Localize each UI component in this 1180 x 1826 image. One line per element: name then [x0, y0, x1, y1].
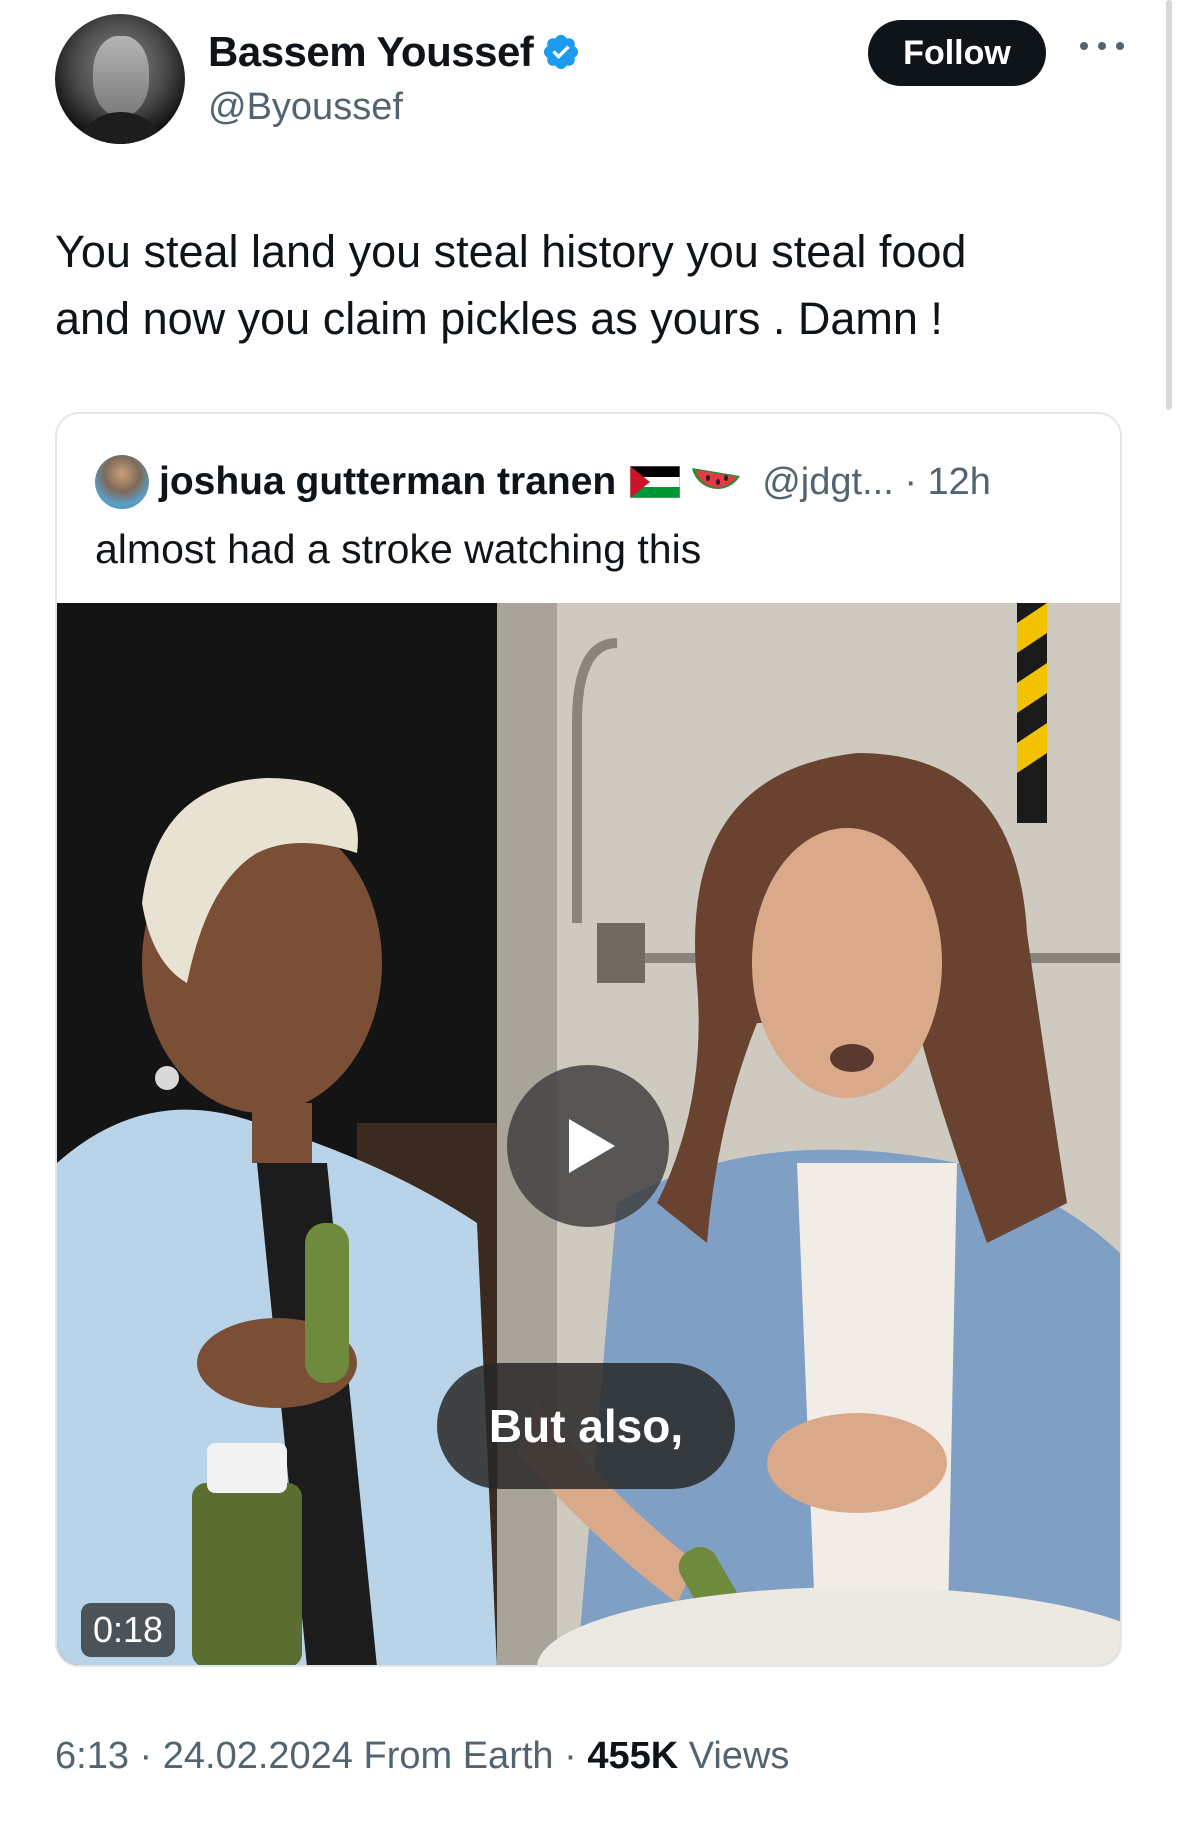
quoted-tweet-header: joshua gutterman tranen @jdgt... · 12h: [95, 454, 1100, 510]
tweet-time[interactable]: 6:13: [55, 1735, 129, 1777]
author-name-row: Bassem Youssef: [208, 28, 581, 76]
tweet-location: From Earth: [363, 1735, 554, 1777]
quoted-author-name[interactable]: joshua gutterman tranen: [159, 460, 616, 504]
quoted-meta: @jdgt... · 12h: [762, 461, 991, 504]
quoted-handle[interactable]: @jdgt...: [762, 461, 894, 503]
video-player[interactable]: But also, 0:18: [57, 603, 1120, 1665]
author-name[interactable]: Bassem Youssef: [208, 28, 534, 76]
avatar-face: [93, 36, 149, 116]
views-label: Views: [688, 1735, 790, 1777]
play-icon: [569, 1119, 615, 1173]
follow-button[interactable]: Follow: [868, 20, 1046, 86]
play-button[interactable]: [507, 1065, 669, 1227]
meta-separator: ·: [904, 460, 917, 503]
quoted-tweet[interactable]: joshua gutterman tranen @jdgt... · 12h a…: [55, 412, 1122, 1667]
tweet-header: Bassem Youssef @Byoussef Follow: [55, 14, 1140, 144]
watermelon-icon: [692, 468, 741, 489]
footer-separator: ·: [139, 1735, 153, 1777]
quoted-author-avatar[interactable]: [95, 455, 149, 509]
scrollbar[interactable]: [1166, 0, 1172, 410]
tweet-footer: 6:13 · 24.02.2024 From Earth · 455K View…: [55, 1735, 789, 1778]
tweet-date[interactable]: 24.02.2024: [163, 1735, 353, 1777]
views-count[interactable]: 455K: [587, 1735, 678, 1777]
palestine-flag-icon: [630, 466, 681, 498]
quoted-tweet-text: almost had a stroke watching this: [95, 526, 702, 572]
video-duration: 0:18: [81, 1603, 176, 1657]
footer-separator: ·: [564, 1735, 577, 1777]
wall-box: [597, 923, 645, 983]
verified-badge-icon: [544, 34, 579, 70]
video-caption: But also,: [437, 1363, 735, 1489]
hazard-pole: [1017, 603, 1047, 823]
author-handle[interactable]: @Byoussef: [208, 86, 403, 129]
quoted-time[interactable]: 12h: [928, 461, 991, 503]
author-avatar[interactable]: [55, 14, 185, 144]
avatar-shoulders: [73, 112, 169, 144]
more-options-icon[interactable]: [1080, 42, 1124, 58]
tweet-text: You steal land you steal history you ste…: [55, 226, 967, 344]
